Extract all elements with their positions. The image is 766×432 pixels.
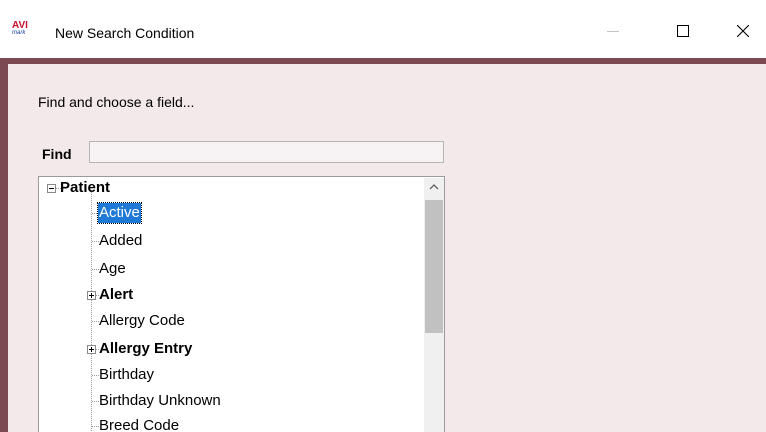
tree-item-label: Active bbox=[97, 202, 142, 224]
chevron-up-icon bbox=[429, 184, 439, 190]
maximize-button[interactable] bbox=[660, 14, 706, 48]
expand-icon[interactable] bbox=[87, 291, 96, 300]
title-bar[interactable]: AVI mark New Search Condition bbox=[0, 0, 766, 58]
minimize-button[interactable] bbox=[590, 14, 636, 48]
tree-root-patient[interactable]: Patient bbox=[39, 178, 419, 198]
tree-item-birthday[interactable]: Birthday bbox=[39, 365, 419, 385]
tree-item-label: Age bbox=[99, 260, 126, 277]
tree-item-age[interactable]: Age bbox=[39, 259, 419, 279]
tree-item-label: Patient bbox=[60, 179, 111, 196]
close-button[interactable] bbox=[720, 14, 766, 48]
tree-item-birthday-unknown[interactable]: Birthday Unknown bbox=[39, 391, 419, 411]
scroll-thumb[interactable] bbox=[425, 200, 443, 333]
expand-icon[interactable] bbox=[87, 345, 96, 354]
tree-item-label: Allergy Code bbox=[99, 312, 185, 329]
tree-item-label: Breed Code bbox=[99, 417, 180, 432]
tree-item-allergy-entry[interactable]: Allergy Entry bbox=[39, 339, 419, 359]
field-tree[interactable]: Patient Active Added Age Alert Allergy C… bbox=[38, 176, 445, 432]
close-icon bbox=[737, 25, 749, 37]
tree-item-allergy-code[interactable]: Allergy Code bbox=[39, 311, 419, 331]
app-logo-subtext: mark bbox=[12, 30, 26, 36]
instruction-text: Find and choose a field... bbox=[38, 94, 195, 110]
collapse-icon[interactable] bbox=[47, 184, 56, 193]
maximize-icon bbox=[677, 25, 689, 37]
window-border-left bbox=[0, 58, 8, 432]
tree-item-alert[interactable]: Alert bbox=[39, 285, 419, 305]
minimize-icon bbox=[607, 31, 619, 32]
tree-item-label: Alert bbox=[99, 286, 134, 303]
tree-item-label: Added bbox=[99, 232, 143, 249]
tree-item-label: Birthday bbox=[99, 366, 155, 383]
tree-item-added[interactable]: Added bbox=[39, 231, 419, 251]
tree-item-breed-code[interactable]: Breed Code bbox=[39, 416, 419, 432]
window-title: New Search Condition bbox=[55, 25, 195, 41]
tree-item-label: Birthday Unknown bbox=[99, 392, 221, 409]
find-label: Find bbox=[42, 146, 72, 162]
app-logo-icon: AVI mark bbox=[12, 21, 42, 43]
scroll-up-button[interactable] bbox=[424, 178, 444, 196]
tree-item-active[interactable]: Active bbox=[39, 202, 419, 224]
tree-item-label: Allergy Entry bbox=[99, 340, 193, 357]
find-input[interactable] bbox=[89, 141, 444, 163]
tree-scrollbar[interactable] bbox=[424, 178, 444, 432]
